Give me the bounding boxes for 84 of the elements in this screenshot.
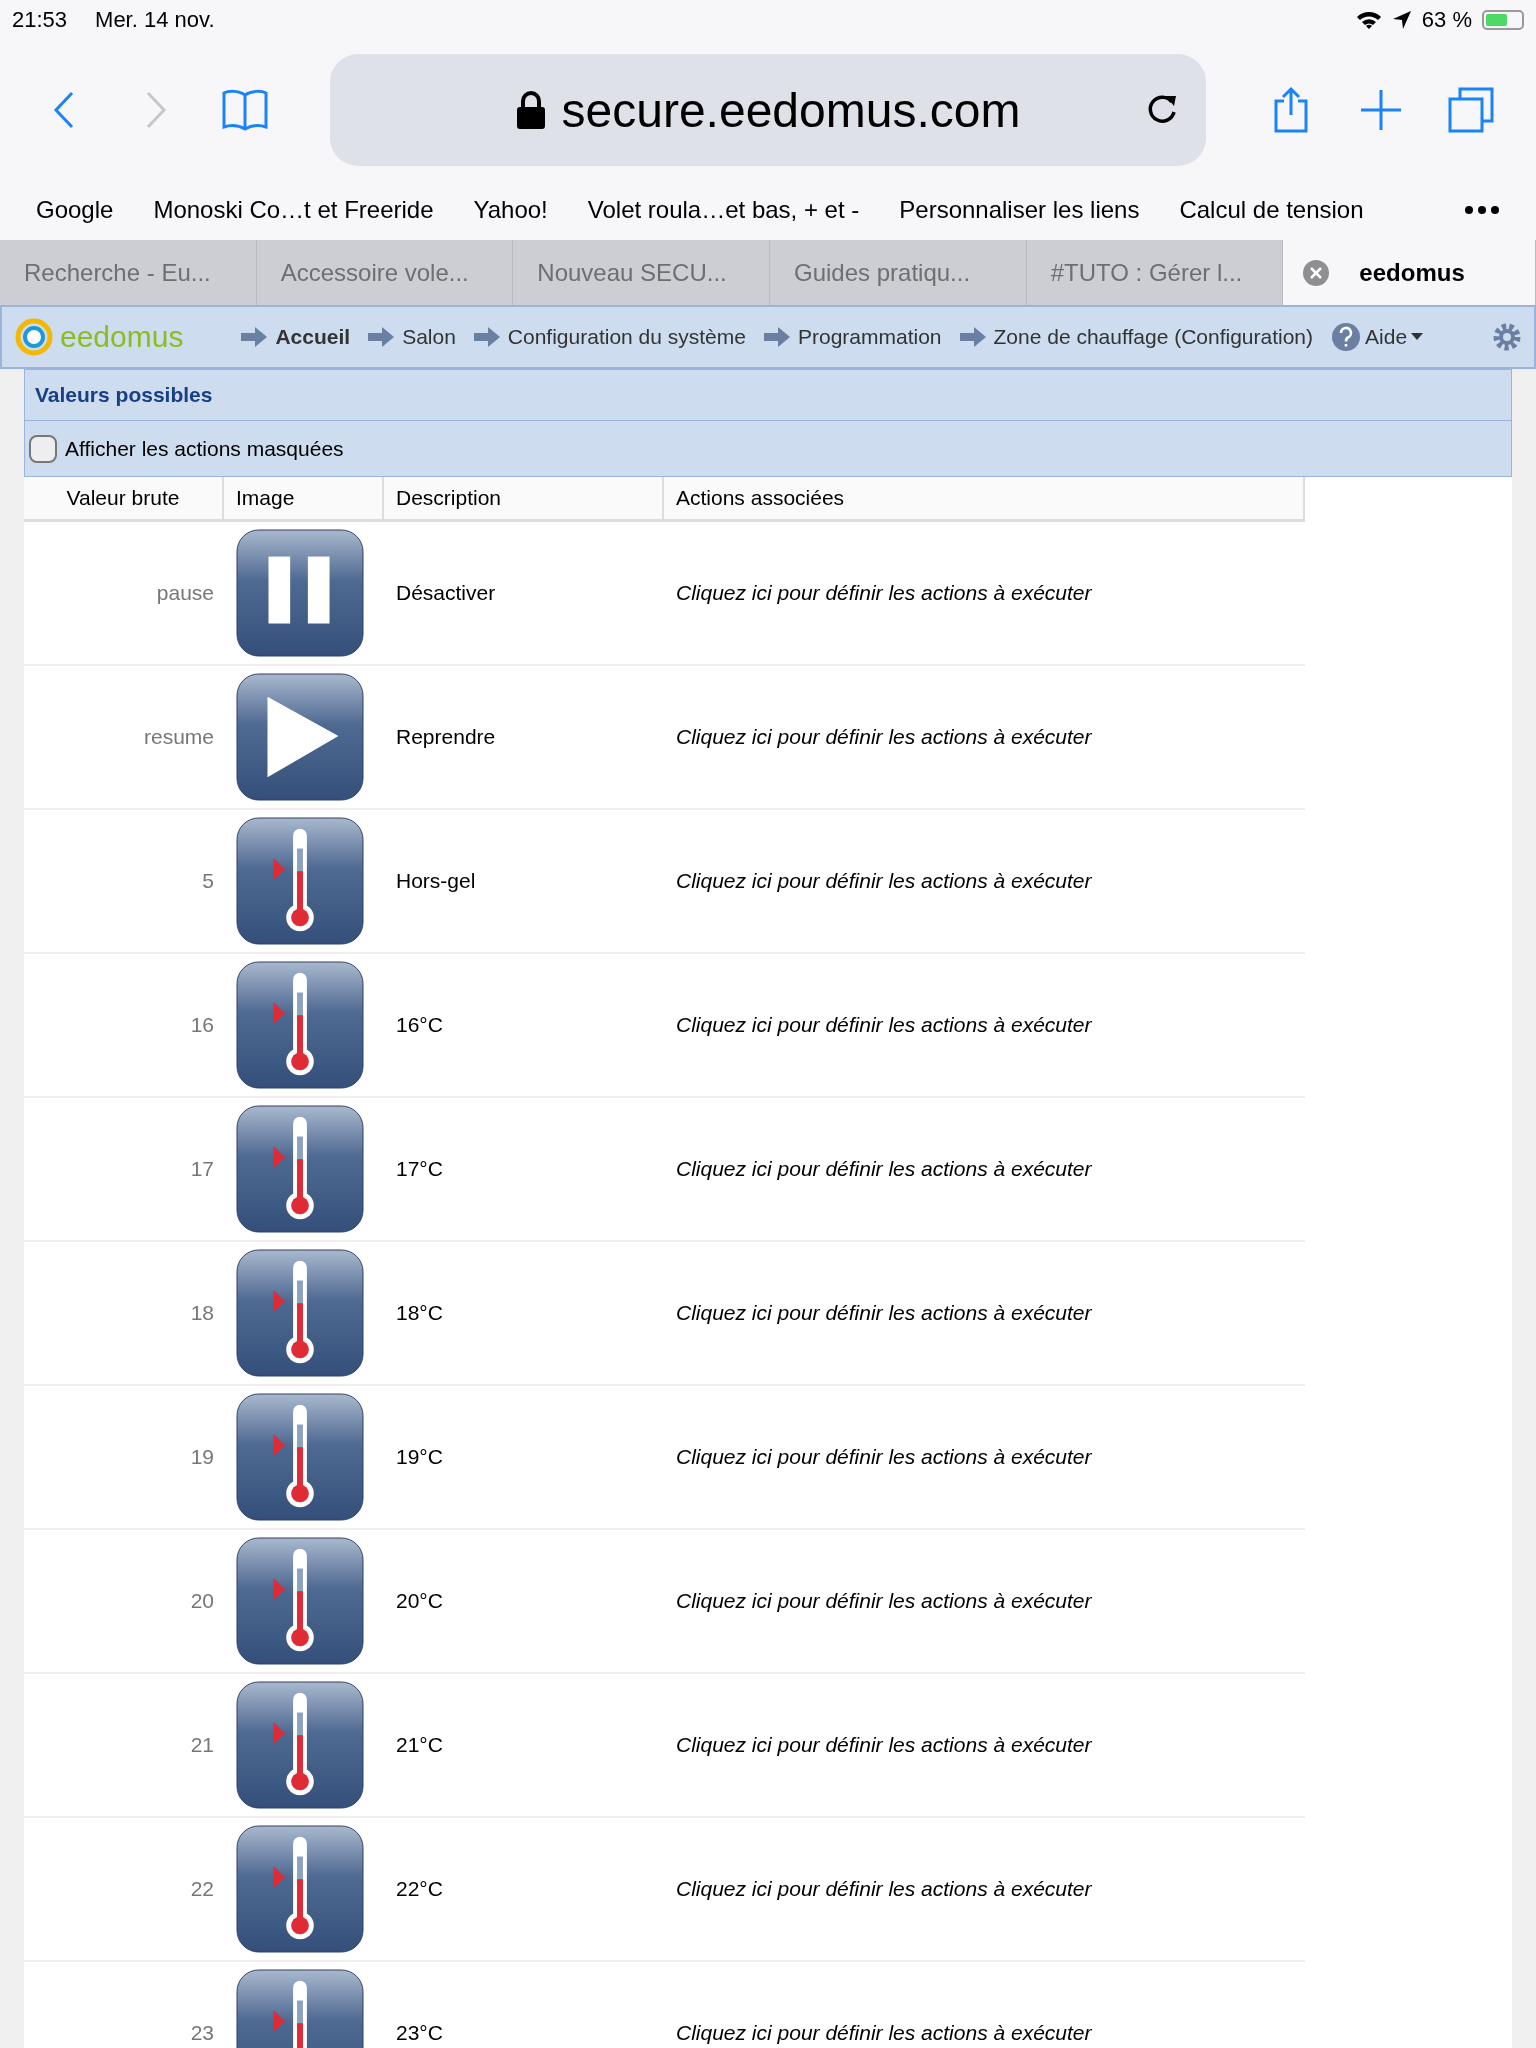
- actions-link[interactable]: Cliquez ici pour définir les actions à exécuter: [664, 1242, 1305, 1386]
- table-cell: 16°C: [384, 954, 664, 1098]
- table-cell: Reprendre: [384, 666, 664, 810]
- actions-link[interactable]: Cliquez ici pour définir les actions à exécuter: [664, 666, 1305, 810]
- checkbox[interactable]: [29, 434, 57, 463]
- table-cell: Hors-gel: [384, 810, 664, 954]
- actions-link[interactable]: Cliquez ici pour définir les actions à exécuter: [664, 1386, 1305, 1530]
- table-cell: 19: [24, 1386, 224, 1530]
- table-cell: 20°C: [384, 1530, 664, 1674]
- column-header: Valeur brute: [24, 477, 224, 522]
- breadcrumb-link[interactable]: Accueil: [275, 325, 351, 349]
- column-header: Description: [384, 477, 664, 522]
- table-cell: 21°C: [384, 1674, 664, 1818]
- table-cell: 19°C: [384, 1386, 664, 1530]
- breadcrumb-link[interactable]: Salon: [402, 325, 456, 349]
- actions-link[interactable]: Cliquez ici pour définir les actions à exécuter: [664, 1962, 1305, 2048]
- location-icon: [1391, 10, 1412, 30]
- thermometer-icon: [236, 961, 364, 1089]
- table-cell: 22: [24, 1818, 224, 1962]
- arrow-icon: [241, 327, 268, 347]
- tabs-icon[interactable]: [1446, 85, 1496, 135]
- table-cell: 23°C: [384, 1962, 664, 2048]
- more-icon[interactable]: [1464, 205, 1500, 215]
- actions-link[interactable]: Cliquez ici pour définir les actions à exécuter: [664, 1818, 1305, 1962]
- panel-title: Valeurs possibles: [35, 383, 213, 407]
- bookmark-link[interactable]: Google: [36, 196, 114, 224]
- battery-icon: [1482, 10, 1524, 30]
- table-cell: Désactiver: [384, 522, 664, 666]
- thermometer-icon: [236, 1105, 364, 1233]
- bookmark-link[interactable]: Volet roula…et bas, + et -: [587, 196, 860, 224]
- table-cell: 20: [24, 1530, 224, 1674]
- arrow-icon: [368, 327, 395, 347]
- logo-icon: [14, 317, 54, 357]
- column-header: Image: [224, 477, 384, 522]
- thermometer-icon: [236, 1825, 364, 1953]
- close-icon[interactable]: [1303, 259, 1330, 286]
- table-cell: 22°C: [384, 1818, 664, 1962]
- browser-tab[interactable]: eedomus: [1283, 240, 1536, 305]
- actions-link[interactable]: Cliquez ici pour définir les actions à exécuter: [664, 1098, 1305, 1242]
- actions-link[interactable]: Cliquez ici pour définir les actions à exécuter: [664, 522, 1305, 666]
- status-time: 21:53: [12, 7, 68, 33]
- table-cell: 17: [24, 1098, 224, 1242]
- status-date: Mer. 14 nov.: [95, 7, 215, 33]
- table-cell: 5: [24, 810, 224, 954]
- gear-icon[interactable]: [1492, 322, 1522, 352]
- table-cell: 17°C: [384, 1098, 664, 1242]
- help-link[interactable]: Aide: [1365, 325, 1408, 349]
- column-header: Actions associées: [664, 477, 1305, 522]
- play-icon: [236, 673, 364, 801]
- wifi-icon: [1355, 10, 1382, 30]
- thermometer-icon: [236, 1249, 364, 1377]
- pause-icon: [236, 529, 364, 657]
- actions-link[interactable]: Cliquez ici pour définir les actions à exécuter: [664, 954, 1305, 1098]
- arrow-icon: [959, 327, 986, 347]
- table-cell: 18°C: [384, 1242, 664, 1386]
- lock-icon: [515, 90, 546, 130]
- arrow-icon: [473, 327, 500, 347]
- bookmark-link[interactable]: Personnaliser les liens: [899, 196, 1140, 224]
- breadcrumb-link[interactable]: Zone de chauffage (Configuration): [993, 325, 1314, 349]
- thermometer-icon: [236, 1681, 364, 1809]
- breadcrumb-link[interactable]: Configuration du système: [507, 325, 746, 349]
- table-cell: 23: [24, 1962, 224, 2048]
- logo-text: eedomus: [60, 320, 184, 354]
- address-bar[interactable]: secure.eedomus.com: [330, 54, 1206, 166]
- checkbox-label[interactable]: Afficher les actions masquées: [65, 436, 344, 461]
- thermometer-icon: [236, 1537, 364, 1665]
- table-cell: pause: [24, 522, 224, 666]
- bookmark-link[interactable]: Yahoo!: [473, 196, 548, 224]
- bookmark-link[interactable]: Calcul de tension: [1179, 196, 1364, 224]
- table-cell: 21: [24, 1674, 224, 1818]
- bookmark-link[interactable]: Monoski Co…t et Freeride: [153, 196, 434, 224]
- caret-icon: [1411, 333, 1424, 341]
- table-cell: resume: [24, 666, 224, 810]
- actions-link[interactable]: Cliquez ici pour définir les actions à exécuter: [664, 1530, 1305, 1674]
- help-icon[interactable]: [1331, 322, 1362, 352]
- table-cell: 18: [24, 1242, 224, 1386]
- thermometer-icon: [236, 1393, 364, 1521]
- battery-percent: 63 %: [1421, 7, 1472, 33]
- thermometer-icon: [236, 817, 364, 945]
- actions-link[interactable]: Cliquez ici pour définir les actions à exécuter: [664, 810, 1305, 954]
- actions-link[interactable]: Cliquez ici pour définir les actions à exécuter: [664, 1674, 1305, 1818]
- arrow-icon: [764, 327, 790, 347]
- breadcrumb-link[interactable]: Programmation: [798, 325, 942, 349]
- table-cell: 16: [24, 954, 224, 1098]
